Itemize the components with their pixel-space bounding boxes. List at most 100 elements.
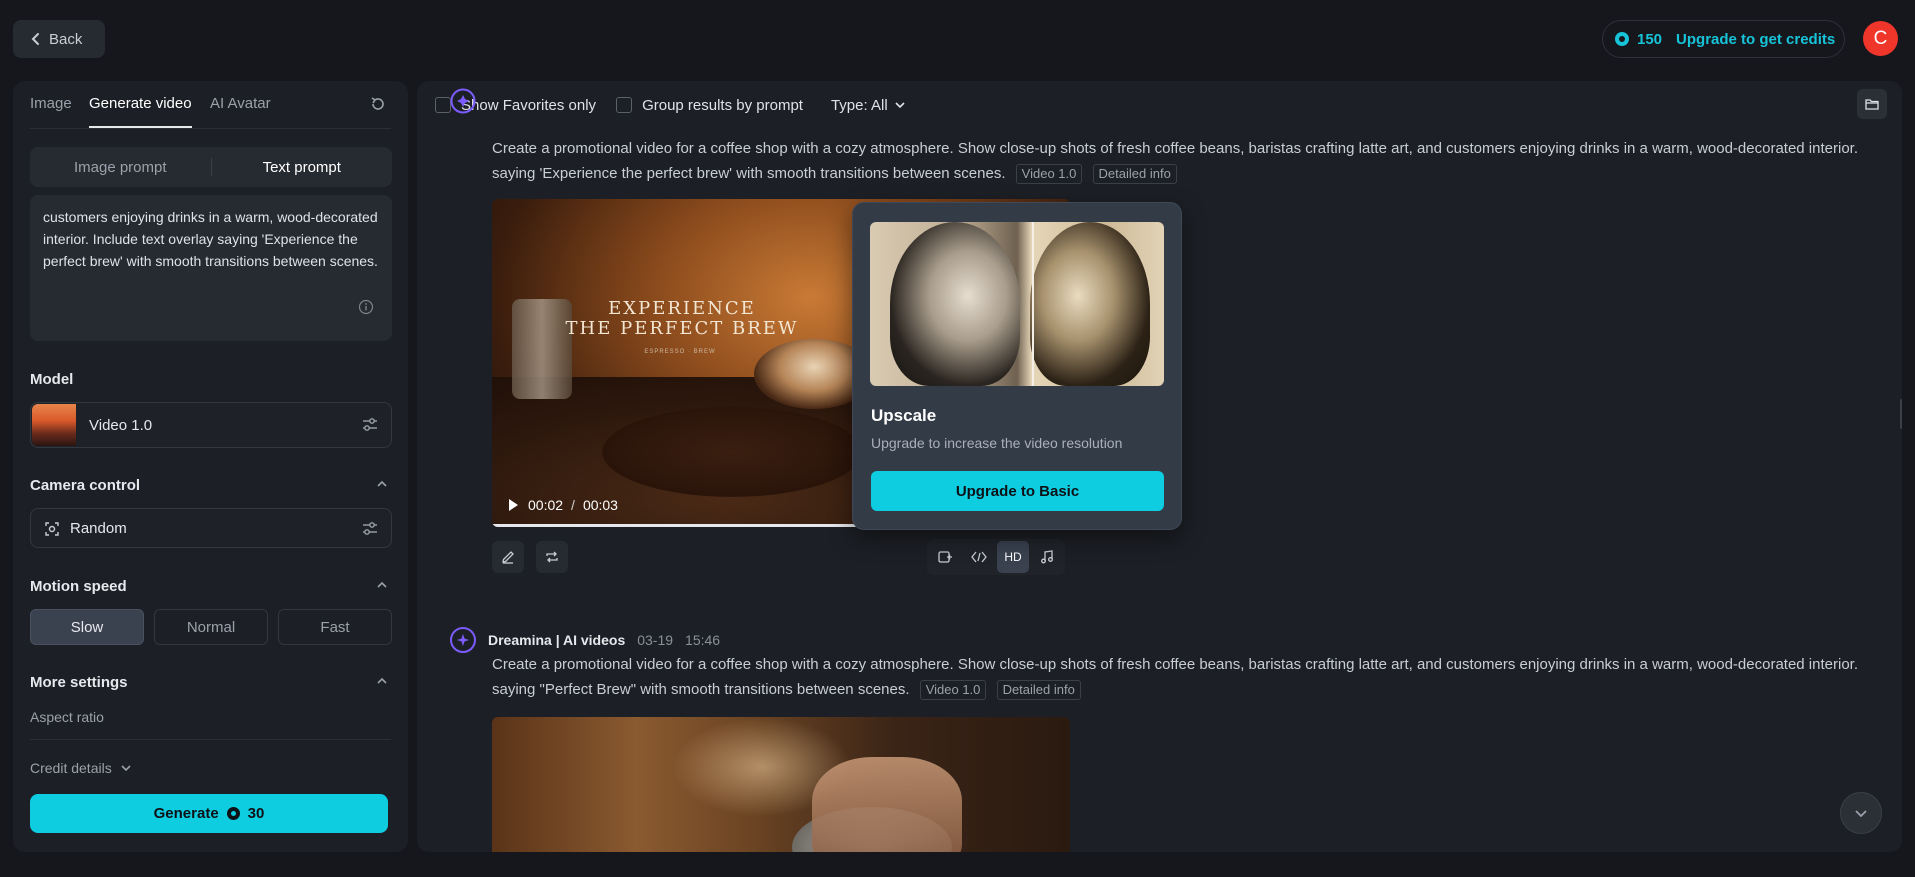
model-selector[interactable]: Video 1.0	[30, 402, 392, 448]
chevron-down-icon	[1854, 806, 1868, 820]
credits-pill[interactable]: 150 Upgrade to get credits	[1602, 20, 1845, 58]
chevron-up-icon[interactable]	[376, 675, 388, 687]
group-label: Group results by prompt	[642, 96, 803, 114]
speed-normal-button[interactable]: Normal	[154, 609, 268, 645]
brand-logo-icon	[450, 627, 476, 653]
video-title-line1: EXPERIENCE	[608, 298, 756, 319]
video-tools: HD	[927, 539, 1065, 575]
filter-bar: Show Favorites only Group results by pro…	[435, 93, 906, 117]
tab-image[interactable]: Image	[30, 95, 72, 112]
scrollbar-thumb[interactable]	[1900, 399, 1902, 429]
interpolate-button[interactable]	[963, 541, 995, 573]
prompt-text[interactable]: customers enjoying drinks in a warm, woo…	[43, 206, 379, 296]
generate-label: Generate	[153, 805, 219, 822]
text-prompt-option[interactable]: Text prompt	[212, 159, 393, 176]
detailed-info-tag[interactable]: Detailed info	[996, 680, 1081, 700]
favorites-checkbox[interactable]	[435, 97, 451, 113]
credit-details-toggle[interactable]: Credit details	[30, 760, 132, 776]
generation-sidebar: Image Generate video AI Avatar Image pro…	[13, 81, 408, 852]
play-icon[interactable]	[506, 498, 520, 512]
tab-ai-avatar[interactable]: AI Avatar	[210, 95, 271, 112]
video-scene-hand	[812, 757, 962, 852]
result-prompt: Create a promotional video for a coffee …	[492, 652, 1887, 702]
detailed-info-tag[interactable]: Detailed info	[1092, 164, 1177, 184]
motion-speed-label: Motion speed	[30, 578, 127, 595]
favorites-label: Show Favorites only	[461, 96, 597, 114]
upgrade-credits-link[interactable]: Upgrade to get credits	[1676, 31, 1835, 48]
generate-button[interactable]: Generate 30	[30, 794, 388, 833]
camera-control-selector[interactable]: Random	[30, 508, 392, 548]
folder-button[interactable]	[1857, 89, 1887, 119]
add-audio-button[interactable]	[1031, 541, 1063, 573]
reset-icon[interactable]	[369, 95, 387, 113]
result-date: 03-19	[637, 632, 674, 648]
popover-title: Upscale	[871, 406, 937, 425]
motion-speed-options: Slow Normal Fast	[30, 609, 392, 645]
chevron-left-icon	[31, 32, 41, 46]
upscale-preview-image	[870, 222, 1164, 386]
edit-button[interactable]	[492, 541, 524, 573]
pencil-icon	[500, 549, 516, 565]
author-name: Dreamina | AI videos	[488, 632, 626, 648]
back-label: Back	[49, 30, 83, 48]
repeat-icon	[544, 549, 560, 565]
user-avatar[interactable]: C	[1863, 21, 1898, 56]
generate-cost: 30	[247, 805, 265, 822]
type-filter-dropdown[interactable]: Type: All	[831, 97, 906, 114]
tab-generate-video[interactable]: Generate video	[89, 95, 192, 128]
upscale-popover: Upscale Upgrade to increase the video re…	[852, 202, 1182, 530]
video-overlay-subtitle: ESPRESSO · BREW	[644, 349, 716, 355]
preview-after	[1030, 222, 1150, 386]
speed-slow-button[interactable]: Slow	[30, 609, 144, 645]
back-button[interactable]: Back	[13, 20, 105, 58]
model-thumbnail	[32, 404, 76, 446]
speed-fast-button[interactable]: Fast	[278, 609, 392, 645]
time-separator: /	[571, 497, 575, 513]
upgrade-to-basic-button[interactable]: Upgrade to Basic	[871, 471, 1164, 511]
video-scene-beans	[602, 407, 862, 497]
result-time: 15:46	[685, 632, 721, 648]
model-tag[interactable]: Video 1.0	[919, 680, 987, 700]
divider	[30, 739, 391, 740]
chevron-up-icon[interactable]	[376, 579, 388, 591]
type-filter-label: Type: All	[830, 96, 888, 114]
extend-button[interactable]	[929, 541, 961, 573]
video-duration: 00:03	[582, 497, 618, 513]
credit-coin-icon	[1615, 32, 1629, 46]
model-tag[interactable]: Video 1.0	[1015, 164, 1083, 184]
model-label: Model	[30, 371, 74, 388]
camera-control-value: Random	[70, 520, 127, 537]
folder-icon	[1865, 98, 1879, 110]
settings-sliders-icon[interactable]	[361, 416, 379, 434]
video-overlay-title: EXPERIENCE THE PERFECT BREW	[552, 299, 812, 339]
music-note-icon	[1039, 549, 1055, 565]
regenerate-button[interactable]	[536, 541, 568, 573]
video-title-line2: THE PERFECT BREW	[565, 318, 799, 339]
credit-coin-icon	[226, 807, 240, 820]
chevron-up-icon[interactable]	[376, 478, 388, 490]
frame-interpolation-icon	[971, 549, 987, 565]
preview-before	[890, 222, 1020, 386]
credit-details-label: Credit details	[30, 760, 112, 776]
scroll-to-bottom-button[interactable]	[1840, 792, 1882, 834]
prompt-input[interactable]: customers enjoying drinks in a warm, woo…	[30, 195, 392, 341]
image-prompt-option[interactable]: Image prompt	[30, 159, 211, 176]
settings-sliders-icon[interactable]	[361, 520, 379, 538]
info-icon[interactable]	[358, 299, 374, 315]
hd-upscale-button[interactable]: HD	[997, 541, 1029, 573]
model-name: Video 1.0	[89, 417, 153, 434]
group-checkbox[interactable]	[616, 97, 633, 113]
credits-count: 150	[1637, 30, 1663, 48]
prompt-mode-toggle: Image prompt Text prompt	[30, 147, 392, 187]
camera-focus-icon	[44, 521, 60, 537]
brand-logo-icon	[450, 88, 476, 114]
camera-control-label: Camera control	[30, 477, 141, 494]
prompt-text: Create a promotional video for a coffee …	[492, 656, 1858, 698]
more-settings-label: More settings	[30, 674, 128, 691]
result-video[interactable]	[492, 717, 1070, 852]
video-progress-fill	[492, 524, 880, 527]
extend-icon	[937, 549, 953, 565]
group-filter[interactable]: Group results by prompt	[616, 97, 803, 114]
video-current-time: 00:02	[528, 497, 564, 513]
chevron-down-icon	[894, 99, 906, 111]
